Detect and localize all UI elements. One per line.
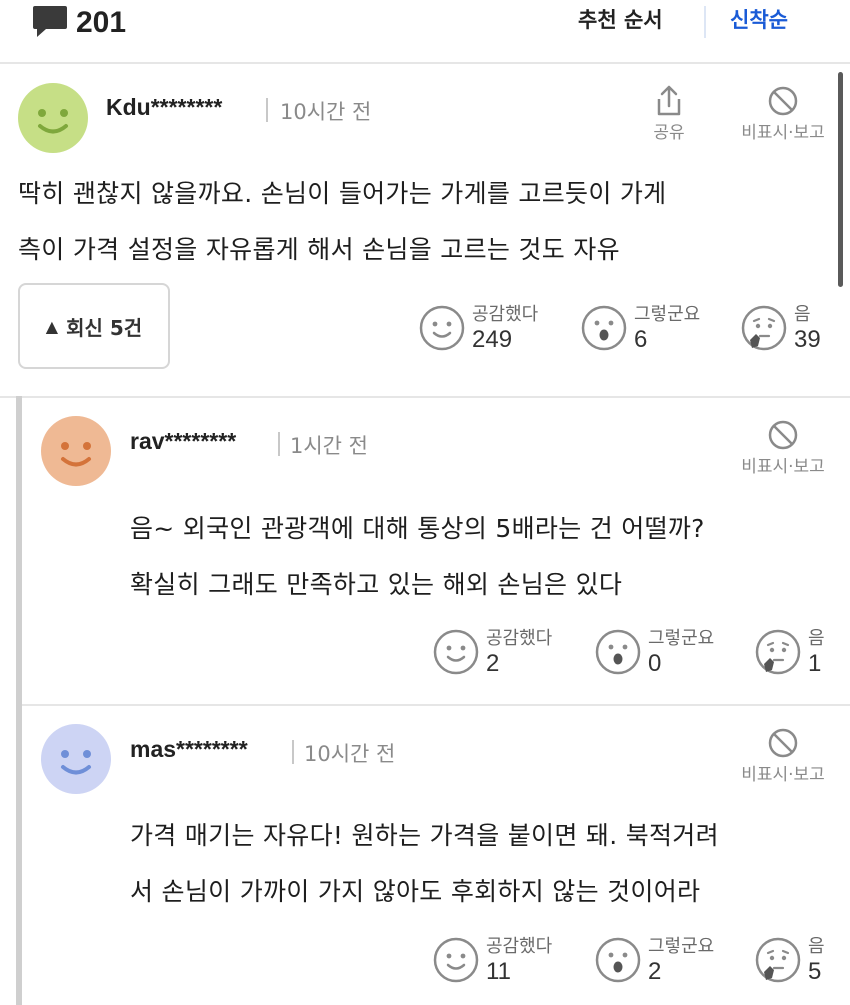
reaction-label: 그렇군요	[634, 304, 701, 325]
comment-item: Kdu******** 10시간 전 공유 비표시·보고 딱히 괜찮지 않을까요…	[0, 64, 850, 396]
report-button[interactable]: 비표시·보고	[730, 726, 836, 785]
reaction-label: 음	[794, 304, 811, 325]
timestamp: 1시간 전	[290, 434, 368, 458]
reply-item: mas******** 10시간 전 비표시·보고 가격 매기는 자유다! 원하…	[0, 706, 850, 1005]
reaction-count: 39	[794, 326, 821, 353]
separator	[292, 740, 294, 764]
comment-body: 가격 매기는 자유다! 원하는 가격을 붙이면 돼. 북적거려 서 손님이 가까…	[130, 808, 830, 920]
speech-bubble-icon	[32, 4, 68, 42]
share-icon	[646, 84, 692, 118]
reaction-label: 음	[808, 628, 825, 649]
report-label: 비표시·보고	[741, 457, 825, 477]
reaction-count: 1	[808, 650, 822, 677]
share-label: 공유	[653, 123, 685, 143]
separator	[266, 98, 268, 122]
comment-line: 측이 가격 설정을 자유롭게 해서 손님을 고르는 것도 자유	[18, 235, 620, 264]
sort-divider	[704, 6, 706, 38]
sort-newest-tab[interactable]: 신착순	[730, 4, 788, 34]
sort-recommended-tab[interactable]: 추천 순서	[578, 4, 663, 34]
report-button[interactable]: 비표시·보고	[730, 84, 836, 143]
reaction-count: 11	[486, 958, 511, 985]
reaction-label: 공감했다	[486, 936, 553, 957]
reaction-label: 공감했다	[486, 628, 553, 649]
timestamp: 10시간 전	[280, 100, 372, 124]
comment-line: 음~ 외국인 관광객에 대해 통상의 5배라는 건 어떨까?	[130, 514, 705, 543]
comment-body: 음~ 외국인 관광객에 대해 통상의 5배라는 건 어떨까? 확실히 그래도 만…	[130, 501, 830, 613]
report-label: 비표시·보고	[741, 123, 825, 143]
avatar	[41, 416, 111, 486]
triangle-up-icon: ▲	[45, 316, 59, 336]
avatar	[18, 83, 88, 153]
block-icon	[730, 418, 836, 452]
report-label: 비표시·보고	[741, 765, 825, 785]
username[interactable]: mas********	[130, 736, 248, 763]
share-button[interactable]: 공유	[646, 84, 692, 143]
timestamp: 10시간 전	[304, 742, 396, 766]
username[interactable]: Kdu********	[106, 94, 222, 121]
reaction-count: 5	[808, 958, 822, 985]
block-icon	[730, 726, 836, 760]
reply-item: rav******** 1시간 전 비표시·보고 음~ 외국인 관광객에 대해 …	[0, 398, 850, 704]
report-button[interactable]: 비표시·보고	[730, 418, 836, 477]
comment-line: 서 손님이 가까이 가지 않아도 후회하지 않는 것이어라	[130, 877, 701, 906]
comment-count: 201	[76, 6, 127, 39]
block-icon	[730, 84, 836, 118]
comment-line: 딱히 괜찮지 않을까요. 손님이 들어가는 가게를 고르듯이 가게	[18, 179, 667, 208]
reaction-count: 0	[648, 650, 662, 677]
reaction-count: 249	[472, 326, 513, 353]
reaction-count: 2	[486, 650, 500, 677]
reaction-label: 공감했다	[472, 304, 539, 325]
reaction-label: 그렇군요	[648, 936, 715, 957]
comment-line: 확실히 그래도 만족하고 있는 해외 손님은 있다	[130, 570, 623, 599]
comment-count-group: 201	[32, 0, 126, 46]
avatar	[41, 724, 111, 794]
comments-header: 201 추천 순서 신착순	[0, 0, 850, 64]
comment-line: 가격 매기는 자유다! 원하는 가격을 붙이면 돼. 북적거려	[130, 821, 719, 850]
reaction-count: 6	[634, 326, 648, 353]
reaction-count: 2	[648, 958, 662, 985]
replies-toggle-button[interactable]: ▲ 회신 5건	[18, 283, 170, 369]
reaction-label: 그렇군요	[648, 628, 715, 649]
separator	[278, 432, 280, 456]
username[interactable]: rav********	[130, 428, 236, 455]
replies-label: 회신 5건	[66, 315, 143, 340]
comment-body: 딱히 괜찮지 않을까요. 손님이 들어가는 가게를 고르듯이 가게 측이 가격 …	[18, 166, 828, 278]
reaction-label: 음	[808, 936, 825, 957]
